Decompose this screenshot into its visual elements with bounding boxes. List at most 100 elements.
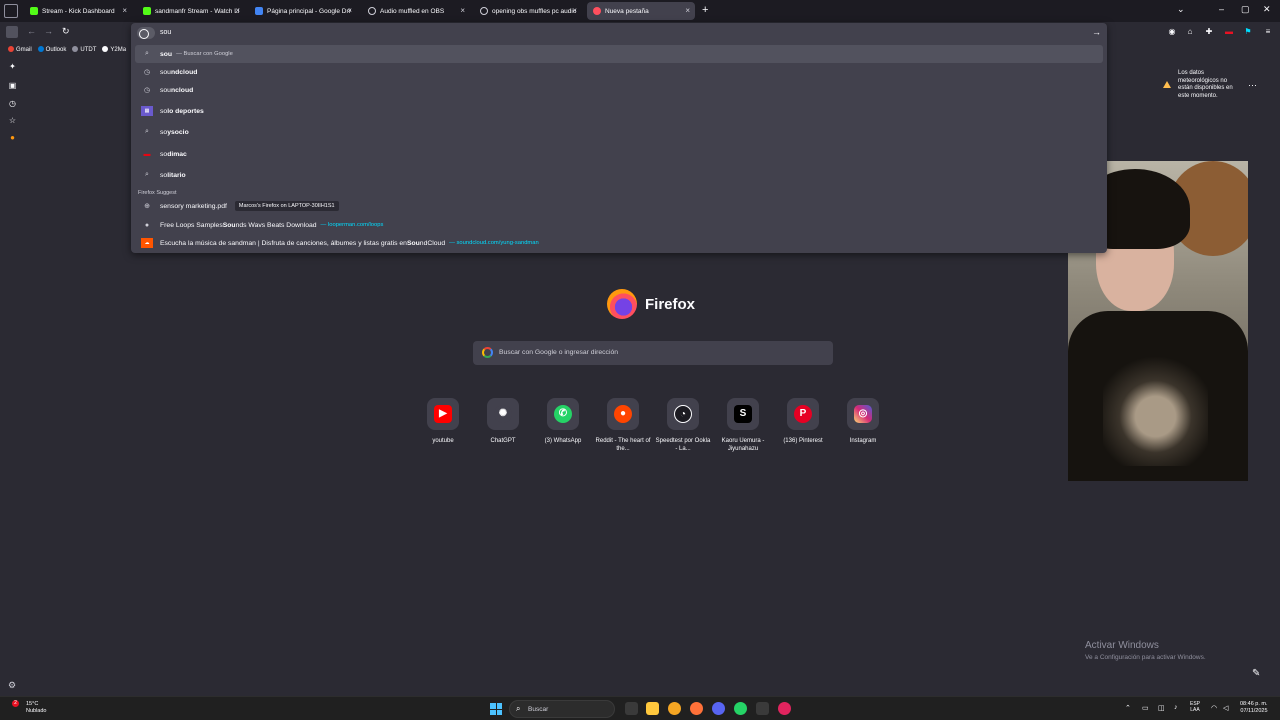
shortcut-kaoru-uemura[interactable]: S Kaoru Uemura - Jiyunahazu [714,398,772,453]
calculator-icon[interactable] [756,702,769,715]
language-indicator[interactable]: ESP LAA [1190,701,1200,713]
close-tab-icon[interactable]: × [685,6,690,15]
shortcut-youtube[interactable]: ▶ youtube [414,398,472,445]
ai-chatbot-icon[interactable]: ✦ [8,62,17,71]
activate-title: Activar Windows [1085,640,1159,651]
close-tab-icon[interactable]: × [347,6,352,15]
menu-icon[interactable]: ≡ [1263,27,1273,37]
globe-icon: ⊕ [144,203,150,210]
tab-google-drive[interactable]: Página principal - Google Drive × [249,2,357,20]
app-icon[interactable] [668,702,681,715]
synced-tabs-icon[interactable]: ▣ [8,81,17,90]
lang-bottom: LAA [1190,707,1200,713]
y2mate-icon [102,45,109,52]
bookmark-utdt[interactable]: UTDT [72,45,96,53]
settings-gear-icon[interactable]: ⚙ [8,680,16,691]
close-tab-icon[interactable]: × [572,6,577,15]
suggest-row[interactable]: ● Free Loops Samples Sou nds Wavs Beats D… [135,216,1103,234]
tab-audio-muffled[interactable]: Audio muffled en OBS × [362,2,470,20]
bookmark-gmail[interactable]: Gmail [8,45,32,53]
taskbar-clock[interactable]: 08:46 p. m. 07/11/2025 [1240,701,1268,715]
history-icon[interactable]: ◷ [8,99,17,108]
extension-icon[interactable]: ● [8,133,17,142]
taskbar-search[interactable]: ⌕ Buscar [509,700,615,718]
suggestion-row[interactable]: ⌕ sou — Buscar con Google [135,45,1103,63]
obs-icon[interactable] [778,702,791,715]
clock-time: 08:46 p. m. [1240,701,1268,707]
discord-icon[interactable] [712,702,725,715]
go-arrow-icon[interactable]: → [1092,27,1101,37]
tab-nueva-pestana[interactable]: Nueva pestaña × [587,2,695,20]
tab-opening-obs[interactable]: opening obs muffles pc audio × [474,2,582,20]
tab-list-button[interactable] [4,4,18,18]
shortcut-speedtest[interactable]: ◔ Speedtest por Ookla - La... [654,398,712,453]
left-sidebar: ✦ ▣ ◷ ☆ ● [0,56,24,696]
shortcut-tile: P [787,398,819,430]
shortcut-tile: ✆ [547,398,579,430]
suggestion-row[interactable]: ▦ so lo deportes [135,102,1103,120]
extensions-icon[interactable]: ✚ [1204,27,1214,37]
bookmark-outlook[interactable]: Outlook [37,45,66,53]
task-view-icon[interactable] [625,702,638,715]
notification-badge: 2 [12,700,19,707]
suggestion-row[interactable]: ◷ sou ncloud [135,81,1103,99]
search-engine-button[interactable] [137,27,155,39]
wifi-icon[interactable]: ◠ [1211,704,1217,712]
taskbar-weather[interactable]: 2 15°C Nublado [12,700,47,715]
windows-start-icon[interactable] [490,703,502,715]
suggestion-row[interactable]: ▬ so dimac [135,145,1103,163]
tab-sandman-stream[interactable]: sandmanfr Stream - Watch Live × [137,2,245,20]
close-tab-icon[interactable]: × [235,6,240,15]
synced-tab-row[interactable]: ⊕ sensory marketing.pdf Marcos's Firefox… [135,197,1103,215]
site-s-icon: S [734,405,752,423]
youtube-icon: ▶ [434,405,452,423]
pocket-icon[interactable]: ⌂ [1185,27,1195,37]
kick-icon [30,7,38,15]
close-window-button[interactable]: ✕ [1263,4,1271,15]
shortcut-whatsapp[interactable]: ✆ (3) WhatsApp [534,398,592,445]
suggestion-typed: so [160,150,168,158]
tray-icon[interactable]: ♪ [1174,704,1178,711]
tray-chevron-icon[interactable]: ⌃ [1125,704,1131,712]
close-tab-icon[interactable]: × [122,6,127,15]
newtab-search-input[interactable]: Buscar con Google o ingresar dirección [473,341,833,365]
customize-pencil-icon[interactable]: ✎ [1252,668,1260,679]
volume-icon[interactable]: ◁ [1223,704,1228,712]
url-input[interactable]: sou → [131,23,1107,43]
translate-icon[interactable]: ⚑ [1243,27,1253,37]
shortcut-instagram[interactable]: ◎ Instagram [834,398,892,445]
shortcut-reddit[interactable]: ● Reddit - The heart of the... [594,398,652,453]
account-icon[interactable]: ◉ [1167,27,1177,37]
forward-button[interactable]: → [44,26,53,36]
shortcut-chatgpt[interactable]: ✺ ChatGPT [474,398,532,445]
suggestion-row[interactable]: ◷ sou ndcloud [135,63,1103,81]
tray-icon[interactable]: ◫ [1158,704,1165,712]
reload-button[interactable]: ↻ [62,26,70,37]
maximize-button[interactable]: ▢ [1241,4,1250,15]
suggest-row[interactable]: ☁ Escucha la música de sandman | Disfrut… [135,234,1103,252]
weather-more-options-icon[interactable]: ⋯ [1248,80,1257,91]
new-tab-button[interactable]: + [702,4,708,16]
shortcut-pinterest[interactable]: P (136) Pinterest [774,398,832,445]
suggestion-row[interactable]: ⌕ so ysocio [135,123,1103,141]
row-title: Escucha la música de sandman | Disfruta … [160,239,407,247]
solo-deportes-site-icon: ▦ [141,106,153,116]
row-highlight: Sou [222,221,236,229]
suggestion-row[interactable]: ⌕ so litario [135,166,1103,184]
back-button[interactable]: ← [27,26,36,36]
tab-label: Página principal - Google Drive [267,7,351,15]
firefox-taskbar-icon[interactable] [690,702,703,715]
bookmark-y2mate[interactable]: Y2Ma [102,45,126,53]
file-explorer-icon[interactable] [646,702,659,715]
tray-icon[interactable]: ▭ [1142,704,1149,712]
kick-icon [143,7,151,15]
recording-icon[interactable]: ▬ [1224,27,1234,37]
minimize-button[interactable]: – [1219,4,1224,14]
tab-kick-dashboard[interactable]: Stream - Kick Dashboard × [24,2,132,20]
suggestion-completion: ysocio [167,128,189,136]
close-tab-icon[interactable]: × [460,6,465,15]
sidebar-toggle-button[interactable] [6,26,18,38]
whatsapp-taskbar-icon[interactable] [734,702,747,715]
bookmarks-star-icon[interactable]: ☆ [8,116,17,125]
tab-overflow-chevron-icon[interactable]: ⌄ [1177,4,1185,15]
